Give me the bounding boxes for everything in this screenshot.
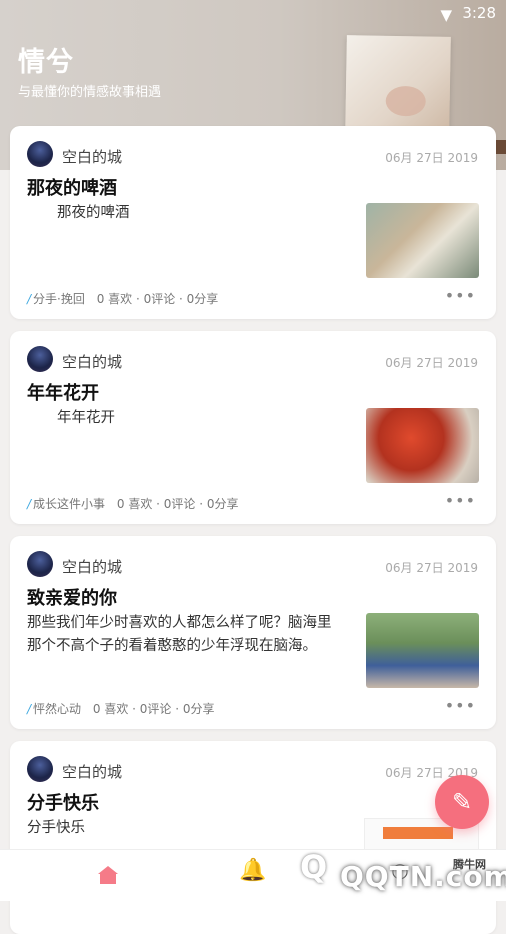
avatar[interactable] (27, 346, 53, 372)
bell-icon: 🔔 (239, 858, 267, 883)
post-stats: 0 喜欢 · 0评论 · 0分享 (96, 292, 219, 306)
compose-button[interactable]: ✎ (435, 775, 489, 829)
post-date: 06月 27日 2019 (385, 151, 478, 165)
post-card[interactable]: 空白的城 06月 27日 2019 年年花开 年年花开 / 成长这件小事 0 喜欢… (10, 331, 496, 524)
app-title: 情兮 (18, 47, 74, 78)
post-author[interactable]: 空白的城 (62, 146, 122, 167)
post-title[interactable]: 那夜的啤酒 (27, 174, 117, 200)
post-meta: / 怦然心动 0 喜欢 · 0评论 · 0分享 (27, 700, 215, 717)
flower-photo[interactable] (366, 408, 479, 483)
more-options-icon[interactable]: ••• (445, 286, 476, 305)
more-options-icon[interactable]: ••• (445, 696, 476, 715)
avatar[interactable] (27, 551, 53, 577)
post-stats: 0 喜欢 · 0评论 · 0分享 (116, 497, 239, 511)
post-meta: / 分手·挽回 0 喜欢 · 0评论 · 0分享 (27, 290, 218, 307)
watermark-badge: Q (300, 848, 328, 886)
post-excerpt: 那些我们年少时喜欢的人都怎么样了呢？脑海里那个不高个子的看着憨憨的少年浮现在脑海… (27, 615, 332, 654)
category-slash-icon: / (27, 292, 32, 306)
post-author[interactable]: 空白的城 (62, 761, 122, 782)
watermark: Q QQTN.com 腾牛网 (300, 842, 506, 898)
post-card[interactable]: 空白的城 06月 27日 2019 那夜的啤酒 那夜的啤酒 / 分手·挽回 0 喜… (10, 126, 496, 319)
watermark-small-text: 腾牛网 (453, 858, 486, 871)
post-card[interactable]: 空白的城 06月 27日 2019 分手快乐 分手快乐 (10, 741, 496, 934)
category-slash-icon: / (27, 497, 32, 511)
beer-photo[interactable] (366, 203, 479, 278)
post-stats: 0 喜欢 · 0评论 · 0分享 (92, 702, 215, 716)
post-date: 06月 27日 2019 (385, 356, 478, 370)
post-author[interactable]: 空白的城 (62, 556, 122, 577)
post-author[interactable]: 空白的城 (62, 351, 122, 372)
post-title[interactable]: 致亲爱的你 (27, 584, 117, 610)
avatar[interactable] (27, 141, 53, 167)
post-card[interactable]: 空白的城 06月 27日 2019 致亲爱的你 那些我们年少时喜欢的人都怎么样了… (10, 536, 496, 729)
status-time: 3:28 (462, 4, 496, 22)
avatar[interactable] (27, 756, 53, 782)
nav-home[interactable] (88, 858, 128, 892)
pen-icon: ✎ (451, 788, 473, 816)
app-subtitle: 与最懂你的情感故事相遇 (18, 85, 162, 100)
post-category[interactable]: 怦然心动 (33, 702, 81, 716)
students-photo[interactable] (366, 613, 479, 688)
post-excerpt: 分手快乐 (27, 820, 85, 836)
post-category[interactable]: 分手·挽回 (33, 292, 85, 306)
more-options-icon[interactable]: ••• (445, 491, 476, 510)
category-slash-icon: / (27, 702, 32, 716)
nav-notifications[interactable]: 🔔 (233, 858, 273, 892)
post-meta: / 成长这件小事 0 喜欢 · 0评论 · 0分享 (27, 495, 239, 512)
post-date: 06月 27日 2019 (385, 561, 478, 575)
header-photo-decoration (345, 35, 451, 137)
post-title[interactable]: 分手快乐 (27, 789, 99, 815)
post-excerpt: 年年花开 (57, 410, 115, 426)
post-category[interactable]: 成长这件小事 (33, 497, 105, 511)
status-bar: ▼ 3:28 (0, 0, 506, 28)
home-icon (98, 866, 118, 884)
wifi-icon: ▼ (440, 6, 452, 24)
post-excerpt: 那夜的啤酒 (57, 205, 130, 221)
post-title[interactable]: 年年花开 (27, 379, 99, 405)
